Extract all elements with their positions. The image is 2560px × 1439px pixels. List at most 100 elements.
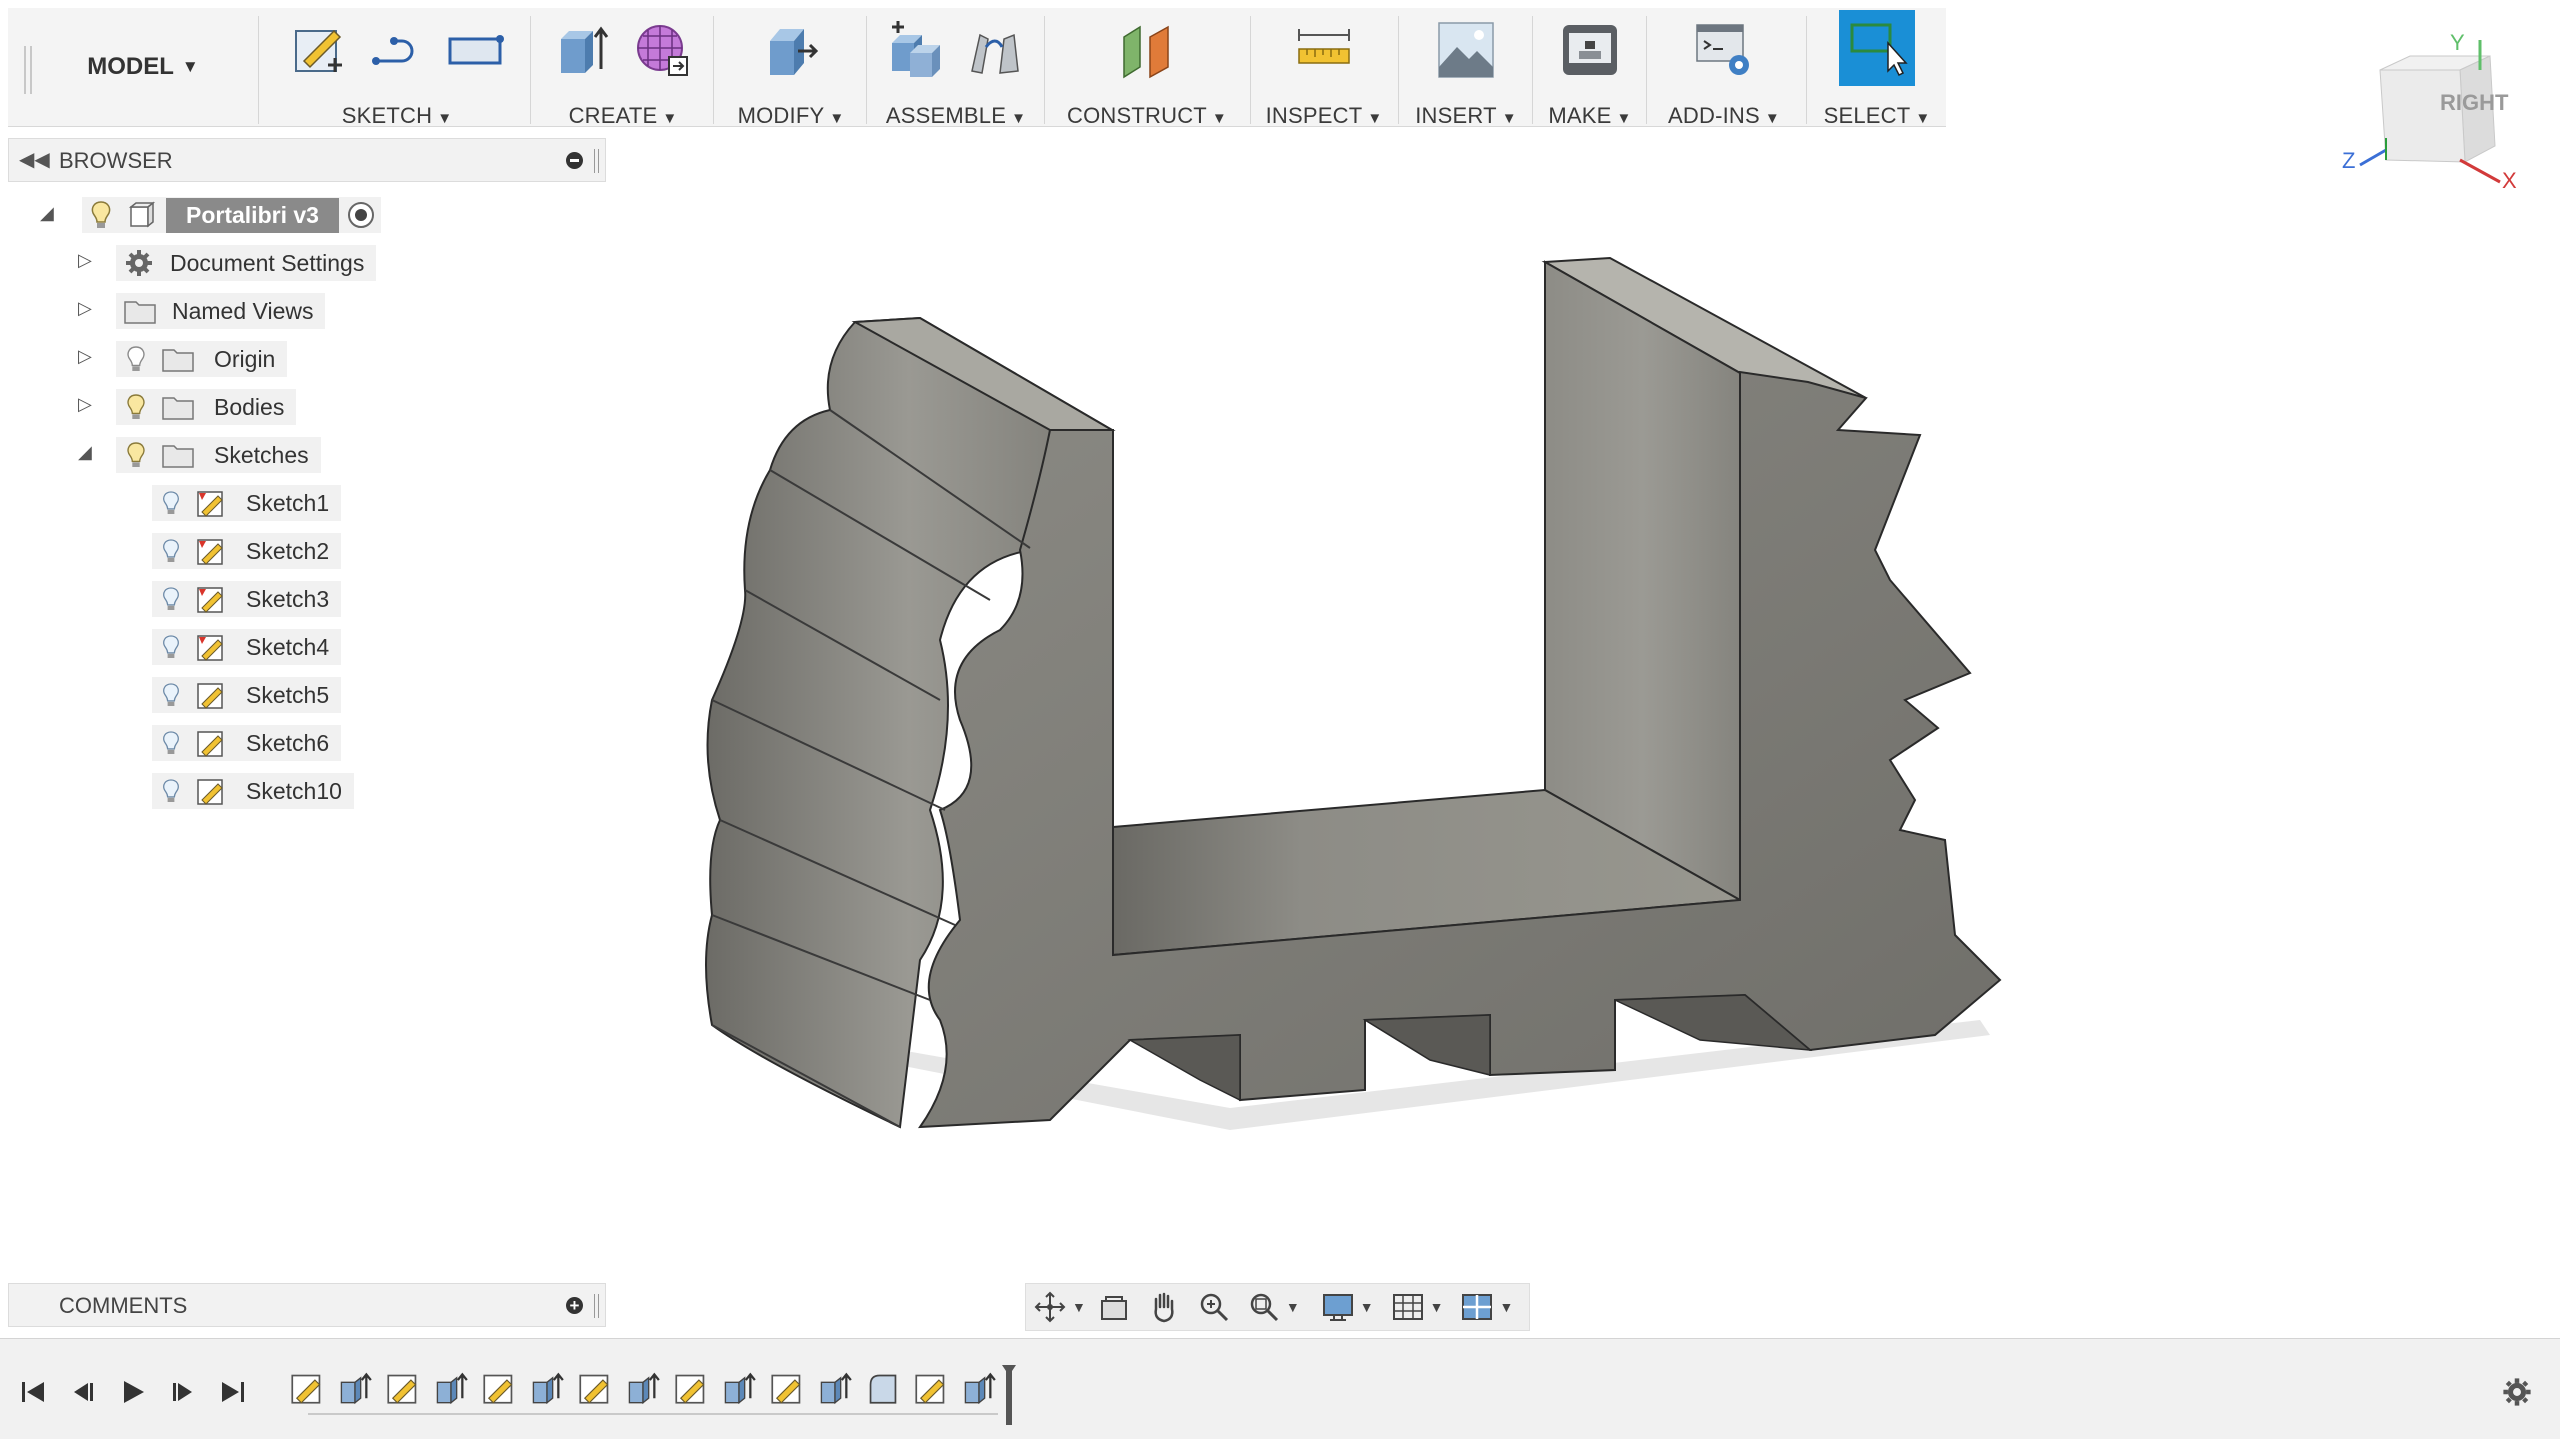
construct-group[interactable]: CONSTRUCT ▼: [1047, 8, 1247, 128]
panel-grip[interactable]: [594, 149, 599, 173]
form-icon[interactable]: [632, 20, 692, 80]
tree-item-bodies[interactable]: ▷ Bodies: [78, 389, 297, 425]
collapsed-triangle-icon[interactable]: ▷: [78, 250, 92, 271]
lightbulb-icon[interactable]: [124, 345, 148, 373]
extrude-feature-icon[interactable]: [530, 1371, 564, 1405]
extrude-feature-icon[interactable]: [338, 1371, 372, 1405]
fit-zoom-icon[interactable]: [1246, 1287, 1282, 1327]
expanded-triangle-icon[interactable]: ◢: [78, 442, 92, 463]
lightbulb-icon[interactable]: [160, 730, 182, 756]
rectangle-icon[interactable]: [445, 20, 505, 80]
tree-pill[interactable]: Named Views: [116, 293, 326, 329]
tree-pill[interactable]: Bodies: [116, 389, 297, 425]
extrude-feature-icon[interactable]: [818, 1371, 852, 1405]
go-to-end-icon[interactable]: [216, 1375, 250, 1409]
lightbulb-icon[interactable]: [160, 634, 182, 660]
tree-pill[interactable]: Origin: [116, 341, 288, 377]
select-icon[interactable]: [1839, 10, 1915, 86]
insert-image-icon[interactable]: [1436, 20, 1496, 80]
model-viewport[interactable]: [680, 240, 2040, 1140]
assemble-group[interactable]: ASSEMBLE ▼: [869, 8, 1043, 128]
chevron-down-icon[interactable]: ▼: [1072, 1299, 1086, 1315]
look-at-icon[interactable]: [1096, 1287, 1132, 1327]
collapse-panel-icon[interactable]: ◀◀: [19, 147, 50, 172]
new-component-icon[interactable]: [887, 20, 947, 80]
sketch-feature-icon[interactable]: [914, 1371, 948, 1405]
step-forward-icon[interactable]: [166, 1375, 200, 1409]
collapsed-triangle-icon[interactable]: ▷: [78, 298, 92, 319]
create-group[interactable]: CREATE ▼: [533, 8, 713, 128]
root-pill[interactable]: Portalibri v3: [82, 197, 381, 233]
3d-print-icon[interactable]: [1560, 20, 1620, 80]
scripts-icon[interactable]: [1694, 20, 1754, 80]
tree-pill[interactable]: Sketch6: [152, 725, 342, 761]
zoom-icon[interactable]: [1196, 1287, 1232, 1327]
sketch-feature-icon[interactable]: [290, 1371, 324, 1405]
orbit-icon[interactable]: [1032, 1287, 1068, 1327]
chevron-down-icon[interactable]: ▼: [1499, 1299, 1513, 1315]
sketch-item[interactable]: Sketch5: [152, 677, 342, 713]
lightbulb-icon[interactable]: [160, 538, 182, 564]
timeline-marker[interactable]: [1002, 1365, 1016, 1425]
sketch-feature-icon[interactable]: [770, 1371, 804, 1405]
minimize-icon[interactable]: [566, 152, 583, 169]
sketch-feature-icon[interactable]: [578, 1371, 612, 1405]
line-icon[interactable]: [367, 20, 427, 80]
grid-icon[interactable]: [1390, 1287, 1426, 1327]
tree-pill[interactable]: Sketches: [116, 437, 321, 473]
create-sketch-icon[interactable]: [289, 20, 349, 80]
fillet-feature-icon[interactable]: [866, 1371, 900, 1405]
lightbulb-icon[interactable]: [88, 200, 114, 230]
press-pull-icon[interactable]: [761, 20, 821, 80]
step-back-icon[interactable]: [66, 1375, 100, 1409]
tree-pill[interactable]: Document Settings: [116, 245, 377, 281]
add-ins-group[interactable]: ADD-INS ▼: [1649, 8, 1799, 128]
extrude-feature-icon[interactable]: [962, 1371, 996, 1405]
display-settings-icon[interactable]: [1320, 1287, 1356, 1327]
activate-radio-icon[interactable]: [347, 201, 375, 229]
chevron-down-icon[interactable]: ▼: [1430, 1299, 1444, 1315]
sketch-item[interactable]: Sketch10: [152, 773, 354, 809]
lightbulb-icon[interactable]: [160, 778, 182, 804]
sketch-feature-icon[interactable]: [674, 1371, 708, 1405]
tree-root-row[interactable]: ◢ Portalibri v3: [40, 197, 381, 233]
tree-pill[interactable]: Sketch3: [152, 581, 342, 617]
root-component-name[interactable]: Portalibri v3: [166, 197, 339, 233]
sketch-group[interactable]: SKETCH ▼: [266, 8, 528, 128]
lightbulb-icon[interactable]: [160, 682, 182, 708]
sketch-feature-icon[interactable]: [482, 1371, 516, 1405]
chevron-down-icon[interactable]: ▼: [1286, 1299, 1300, 1315]
tree-item-origin[interactable]: ▷ Origin: [78, 341, 288, 377]
extrude-icon[interactable]: [554, 20, 614, 80]
insert-group[interactable]: INSERT ▼: [1401, 8, 1531, 128]
tree-item-document-settings[interactable]: ▷ Document Settings: [78, 245, 377, 281]
view-cube[interactable]: RIGHT Y Z X: [2330, 30, 2530, 205]
sketch-item[interactable]: Sketch2: [152, 533, 342, 569]
make-group[interactable]: MAKE ▼: [1535, 8, 1645, 128]
sketch-item[interactable]: Sketch3: [152, 581, 342, 617]
inspect-group[interactable]: INSPECT ▼: [1253, 8, 1395, 128]
joint-icon[interactable]: [965, 20, 1025, 80]
extrude-feature-icon[interactable]: [722, 1371, 756, 1405]
extrude-feature-icon[interactable]: [434, 1371, 468, 1405]
timeline-settings-icon[interactable]: [2500, 1375, 2534, 1409]
add-comment-icon[interactable]: +: [566, 1297, 583, 1314]
go-to-start-icon[interactable]: [16, 1375, 50, 1409]
sketch-feature-icon[interactable]: [386, 1371, 420, 1405]
tree-item-named-views[interactable]: ▷ Named Views: [78, 293, 326, 329]
lightbulb-icon[interactable]: [160, 490, 182, 516]
tree-pill[interactable]: Sketch10: [152, 773, 354, 809]
panel-grip[interactable]: [594, 1294, 599, 1318]
sketch-item[interactable]: Sketch6: [152, 725, 342, 761]
sketch-item[interactable]: Sketch4: [152, 629, 342, 665]
tree-pill[interactable]: Sketch2: [152, 533, 342, 569]
tree-pill[interactable]: Sketch4: [152, 629, 342, 665]
expanded-triangle-icon[interactable]: ◢: [40, 203, 54, 224]
collapsed-triangle-icon[interactable]: ▷: [78, 346, 92, 367]
lightbulb-icon[interactable]: [124, 393, 148, 421]
lightbulb-icon[interactable]: [124, 441, 148, 469]
tree-item-sketches[interactable]: ◢ Sketches: [78, 437, 321, 473]
toolbar-grip[interactable]: [24, 46, 32, 94]
chevron-down-icon[interactable]: ▼: [1360, 1299, 1374, 1315]
collapsed-triangle-icon[interactable]: ▷: [78, 394, 92, 415]
